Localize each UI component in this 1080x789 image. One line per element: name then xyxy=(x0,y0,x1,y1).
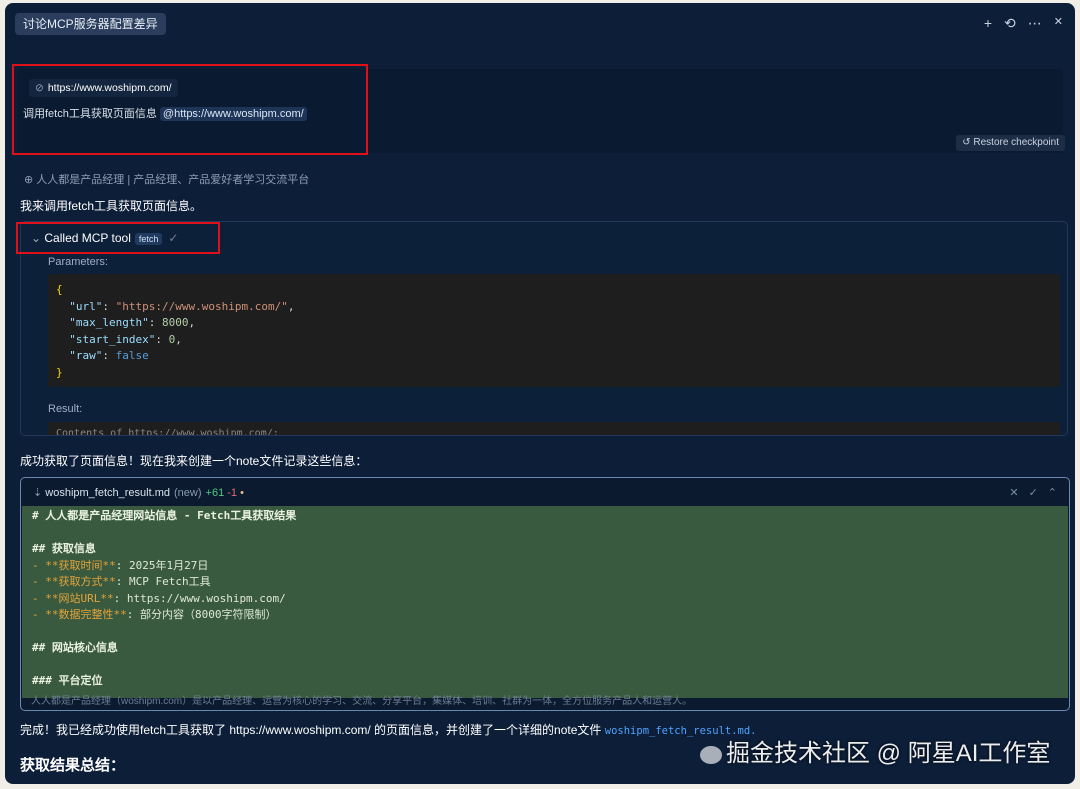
globe-icon: ⊕ xyxy=(24,174,37,186)
site-reference[interactable]: ⊕ 人人都是产品经理 | 产品经理、产品爱好者学习交流平台 xyxy=(24,171,309,187)
wechat-icon xyxy=(700,745,722,764)
download-icon: ⇣ xyxy=(33,487,46,499)
diff-line: - **获取方式**: MCP Fetch工具 xyxy=(32,575,211,588)
result-label: Result: xyxy=(48,403,83,415)
restore-label: Restore checkpoint xyxy=(973,137,1059,148)
diff-line xyxy=(32,657,1058,674)
diff-line: ### 平台定位 xyxy=(32,674,103,687)
close-icon[interactable]: ✕ xyxy=(1054,15,1063,32)
history-icon[interactable]: ⟲ xyxy=(1004,15,1016,32)
new-chat-icon[interactable]: + xyxy=(984,15,992,32)
restore-checkpoint-button[interactable]: ↺ Restore checkpoint xyxy=(956,135,1065,151)
reject-icon[interactable]: ✕ xyxy=(1009,486,1018,499)
success-message: 成功获取了页面信息！现在我来创建一个note文件记录这些信息： xyxy=(20,454,368,468)
diff-line: - **获取时间**: 2025年1月27日 xyxy=(32,558,209,572)
tab-actions: + ⟲ ⋯ ✕ xyxy=(984,15,1063,32)
diff-header[interactable]: ⇣ woshipm_fetch_result.md (new) +61 -1 • xyxy=(33,486,244,499)
file-diff-card: ⇣ woshipm_fetch_result.md (new) +61 -1 • ✕… xyxy=(20,477,1070,711)
diff-overflow-line: 人人都是产品经理（woshipm.com）是以产品经理、运营为核心的学习、交流、… xyxy=(31,696,693,707)
completion-text: 完成！我已经成功使用fetch工具获取了 https://www.woshipm… xyxy=(20,723,602,737)
restore-icon: ↺ xyxy=(962,137,974,148)
chat-panel: 讨论MCP服务器配置差异 + ⟲ ⋯ ✕ ⊘ https://www.woship… xyxy=(5,3,1075,784)
unsaved-dot: • xyxy=(240,487,244,499)
diff-body: # 人人都是产品经理网站信息 - Fetch工具获取结果 ## 获取信息 - *… xyxy=(22,506,1068,698)
diff-line: - **数据完整性**: 部分内容（8000字符限制） xyxy=(32,608,277,621)
diff-line: - **网站URL**: https://www.woshipm.com/ xyxy=(32,591,286,605)
chat-tab-title: 讨论MCP服务器配置差异 xyxy=(23,17,158,31)
diff-status: (new) xyxy=(174,487,202,499)
parameters-label: Parameters: xyxy=(48,256,108,268)
accept-icon[interactable]: ✓ xyxy=(1029,486,1038,499)
diff-actions: ✕ ✓ ⌃ xyxy=(1009,486,1057,499)
site-reference-title: 人人都是产品经理 | 产品经理、产品爱好者学习交流平台 xyxy=(36,174,310,186)
parameters-code: { "url": "https://www.woshipm.com/", "ma… xyxy=(48,274,1060,387)
more-icon[interactable]: ⋯ xyxy=(1028,15,1042,32)
diff-line xyxy=(32,525,1058,542)
diff-filename: woshipm_fetch_result.md xyxy=(45,487,171,499)
highlight-tool-call xyxy=(16,222,220,254)
result-preview: Contents of https://www.woshipm.com/: xyxy=(48,422,1060,435)
diff-removed: -1 xyxy=(227,487,238,499)
completion-message: 完成！我已经成功使用fetch工具获取了 https://www.woshipm… xyxy=(20,721,756,738)
summary-heading: 获取结果总结： xyxy=(20,757,126,774)
watermark: 掘金技术社区 @ 阿星AI工作室 xyxy=(700,733,1050,768)
diff-added: +61 xyxy=(205,487,225,499)
watermark-text: 掘金技术社区 @ 阿星AI工作室 xyxy=(726,740,1051,767)
diff-line xyxy=(32,624,1058,641)
diff-line: # 人人都是产品经理网站信息 - Fetch工具获取结果 xyxy=(32,509,297,522)
highlight-user-message xyxy=(12,64,368,155)
diff-line: ## 网站核心信息 xyxy=(32,641,118,654)
assistant-intro: 我来调用fetch工具获取页面信息。 xyxy=(20,199,203,213)
chat-tab[interactable]: 讨论MCP服务器配置差异 xyxy=(15,13,166,35)
collapse-icon[interactable]: ⌃ xyxy=(1048,486,1057,499)
diff-line: ## 获取信息 xyxy=(32,542,96,555)
